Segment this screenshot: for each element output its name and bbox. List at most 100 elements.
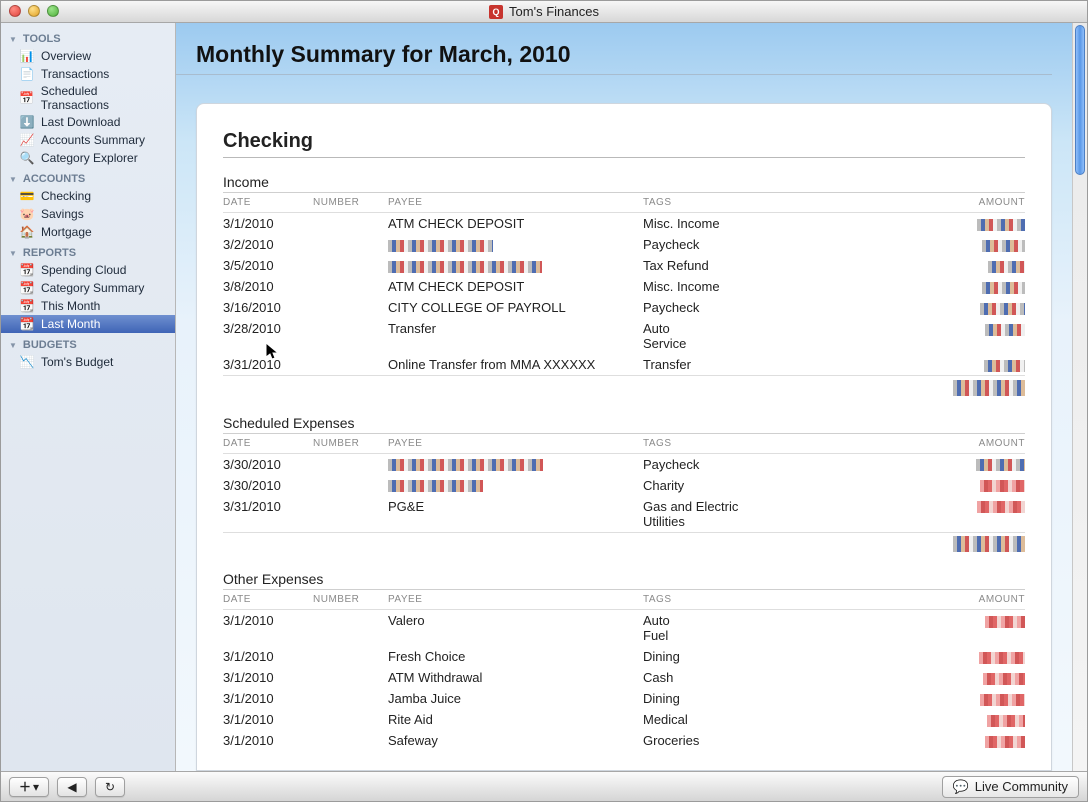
- obfuscated-text: [388, 240, 493, 252]
- cell-tags: Charity: [643, 475, 803, 496]
- table-row[interactable]: 3/16/2010CITY COLLEGE OF PAYROLLPaycheck: [223, 297, 1025, 318]
- table-row[interactable]: 3/2/2010 Paycheck: [223, 234, 1025, 255]
- sidebar-item-label: Transactions: [41, 67, 109, 81]
- live-community-button[interactable]: 💬 Live Community: [942, 776, 1079, 798]
- table-row[interactable]: 3/5/2010 Tax Refund: [223, 255, 1025, 276]
- cell-number: [313, 610, 388, 647]
- sidebar-item-accounts-summary[interactable]: 📈Accounts Summary: [1, 131, 175, 149]
- sidebar-section-header[interactable]: REPORTS: [1, 241, 175, 261]
- sidebar-item-checking[interactable]: 💳Checking: [1, 187, 175, 205]
- cell-number: [313, 213, 388, 235]
- sidebar-section-header[interactable]: BUDGETS: [1, 333, 175, 353]
- cell-amount: [803, 496, 1025, 533]
- cell-amount: [803, 610, 1025, 647]
- sidebar-item-label: Scheduled Transactions: [41, 84, 167, 112]
- report-icon: 📆: [19, 316, 35, 332]
- cell-tags: Misc. Income: [643, 213, 803, 235]
- table-row[interactable]: 3/1/2010Fresh ChoiceDining: [223, 646, 1025, 667]
- sidebar-item-category-explorer[interactable]: 🔍Category Explorer: [1, 149, 175, 167]
- table-row[interactable]: 3/1/2010Jamba JuiceDining: [223, 688, 1025, 709]
- obfuscated-amount: [985, 736, 1025, 748]
- table-row[interactable]: 3/28/2010TransferAuto Service: [223, 318, 1025, 354]
- obfuscated-amount: [977, 219, 1025, 231]
- obfuscated-amount: [982, 240, 1025, 252]
- sidebar-item-scheduled-transactions[interactable]: 📅Scheduled Transactions: [1, 83, 175, 113]
- sidebar-item-label: Last Month: [41, 317, 100, 331]
- obfuscated-amount: [987, 715, 1025, 727]
- content-area: Monthly Summary for March, 2010 Checking…: [176, 23, 1087, 771]
- report-icon: 📆: [19, 280, 35, 296]
- cell-date: 3/2/2010: [223, 234, 313, 255]
- col-header-tags: TAGS: [643, 590, 803, 610]
- cell-tags: Paycheck: [643, 234, 803, 255]
- sidebar-item-label: This Month: [41, 299, 100, 313]
- zoom-window-button[interactable]: [47, 5, 59, 17]
- transactions-icon: 📄: [19, 66, 35, 82]
- window-title: Tom's Finances: [509, 4, 599, 19]
- table-row[interactable]: 3/1/2010SafewayGroceries: [223, 730, 1025, 751]
- sidebar-item-label: Savings: [41, 207, 84, 221]
- sidebar: TOOLS📊Overview📄 Transactions 📅Scheduled Tr…: [1, 23, 176, 771]
- cell-amount: [803, 453, 1025, 475]
- col-header-date: DATE: [223, 193, 313, 213]
- table-row[interactable]: 3/1/2010ATM WithdrawalCash: [223, 667, 1025, 688]
- cell-date: 3/5/2010: [223, 255, 313, 276]
- sidebar-section-header[interactable]: ACCOUNTS: [1, 167, 175, 187]
- sidebar-item-last-month[interactable]: 📆 Last Month: [1, 315, 175, 333]
- cell-tags: Dining: [643, 688, 803, 709]
- cell-tags: Gas and Electric Utilities: [643, 496, 803, 533]
- sidebar-item-tom-s-budget[interactable]: 📉Tom's Budget: [1, 353, 175, 371]
- cell-amount: [803, 667, 1025, 688]
- sidebar-item-category-summary[interactable]: 📆Category Summary: [1, 279, 175, 297]
- cell-number: [313, 354, 388, 376]
- sidebar-item-transactions[interactable]: 📄 Transactions: [1, 65, 175, 83]
- vertical-scrollbar[interactable]: [1072, 23, 1087, 771]
- mortgage-icon: 🏠: [19, 224, 35, 240]
- col-header-payee: PAYEE: [388, 590, 643, 610]
- table-row[interactable]: 3/31/2010 Online Transfer from MMA XXXXXX…: [223, 354, 1025, 376]
- overview-icon: 📊: [19, 48, 35, 64]
- obfuscated-amount: [985, 324, 1025, 336]
- cell-tags: Cash: [643, 667, 803, 688]
- minimize-window-button[interactable]: [28, 5, 40, 17]
- reload-button[interactable]: ↻: [95, 777, 125, 797]
- obfuscated-total: [953, 380, 1025, 396]
- cell-tags: Tax Refund: [643, 255, 803, 276]
- table-row[interactable]: 3/1/2010ATM CHECK DEPOSITMisc. Income: [223, 213, 1025, 235]
- sidebar-item-overview[interactable]: 📊Overview: [1, 47, 175, 65]
- cell-number: [313, 297, 388, 318]
- sidebar-item-mortgage[interactable]: 🏠Mortgage: [1, 223, 175, 241]
- cell-tags: Paycheck: [643, 453, 803, 475]
- sidebar-item-last-download[interactable]: ⬇️Last Download: [1, 113, 175, 131]
- titlebar: Q Tom's Finances: [1, 1, 1087, 23]
- cell-payee: Fresh Choice: [388, 646, 643, 667]
- cell-amount: [803, 318, 1025, 354]
- table-row[interactable]: 3/1/2010Rite AidMedical: [223, 709, 1025, 730]
- cell-payee: Online Transfer from MMA XXXXXX: [388, 354, 643, 376]
- cell-number: [313, 475, 388, 496]
- cell-payee: Rite Aid: [388, 709, 643, 730]
- sidebar-item-savings[interactable]: 🐷Savings: [1, 205, 175, 223]
- close-window-button[interactable]: [9, 5, 21, 17]
- table-row[interactable]: 3/30/2010Paycheck: [223, 453, 1025, 475]
- table-row[interactable]: 3/31/2010PG&EGas and Electric Utilities: [223, 496, 1025, 533]
- add-button[interactable]: ＋▾: [9, 777, 49, 797]
- budget-icon: 📉: [19, 354, 35, 370]
- sidebar-item-this-month[interactable]: 📆This Month: [1, 297, 175, 315]
- cell-payee: [388, 453, 643, 475]
- back-button[interactable]: ◀: [57, 777, 87, 797]
- table-row[interactable]: 3/1/2010ValeroAuto Fuel: [223, 610, 1025, 647]
- cell-payee: [388, 475, 643, 496]
- table-row[interactable]: 3/30/2010Charity: [223, 475, 1025, 496]
- sidebar-item-spending-cloud[interactable]: 📆Spending Cloud: [1, 261, 175, 279]
- sidebar-section-header[interactable]: TOOLS: [1, 27, 175, 47]
- summary-icon: 📈: [19, 132, 35, 148]
- obfuscated-amount: [988, 261, 1025, 273]
- scrollbar-thumb[interactable]: [1075, 25, 1085, 175]
- col-header-date: DATE: [223, 590, 313, 610]
- table-row[interactable]: 3/8/2010ATM CHECK DEPOSITMisc. Income: [223, 276, 1025, 297]
- cell-payee: ATM CHECK DEPOSIT: [388, 213, 643, 235]
- cell-number: [313, 730, 388, 751]
- cell-date: 3/1/2010: [223, 688, 313, 709]
- cell-date: 3/31/2010: [223, 354, 313, 376]
